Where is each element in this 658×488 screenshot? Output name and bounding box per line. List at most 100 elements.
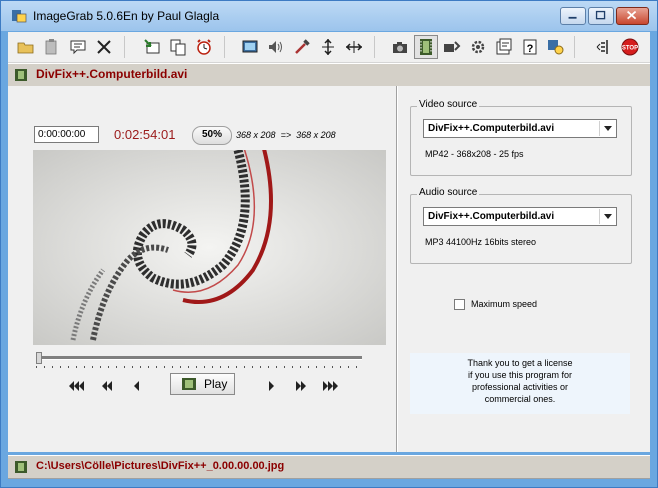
- chevron-down-icon[interactable]: [599, 121, 615, 136]
- license-button[interactable]: [544, 35, 568, 59]
- tools-button[interactable]: [290, 35, 314, 59]
- stop-button[interactable]: STOP: [618, 35, 642, 59]
- help-button[interactable]: ?: [518, 35, 542, 59]
- license-line: Thank you to get a license: [467, 358, 573, 368]
- file-name: DivFix++.Computerbild.avi: [36, 67, 188, 81]
- toolbar-separator: [574, 36, 575, 58]
- audio-source-select[interactable]: DivFix++.Computerbild.avi: [423, 207, 617, 226]
- video-source-legend: Video source: [417, 99, 480, 110]
- video-preview[interactable]: [33, 150, 386, 345]
- audio-source-group: Audio source DivFix++.Computerbild.avi M…: [410, 187, 632, 264]
- forward-icon: [296, 381, 306, 391]
- video-source-select[interactable]: DivFix++.Computerbild.avi: [423, 119, 617, 138]
- exit-icon: [596, 40, 608, 54]
- copy-button[interactable]: [166, 35, 190, 59]
- main-panel: 0:00:00:00 0:02:54:01 50% 368 x 208 => 3…: [8, 86, 650, 452]
- video-source-group: Video source DivFix++.Computerbild.avi M…: [410, 99, 632, 176]
- minimize-button[interactable]: [560, 7, 586, 25]
- audio-info: MP3 44100Hz 16bits stereo: [425, 237, 537, 247]
- open-icon: [17, 42, 34, 54]
- settings-button[interactable]: [466, 35, 490, 59]
- toolbar-separator: [374, 36, 375, 58]
- toolbar: ? STOP: [8, 32, 650, 63]
- timer-button[interactable]: [192, 35, 216, 59]
- film-icon: [15, 69, 27, 81]
- title-bar[interactable]: ImageGrab 5.0.6En by Paul Glagla: [1, 1, 657, 31]
- minimize-icon: [568, 16, 577, 19]
- fullscreen-icon: [242, 40, 258, 53]
- comment-icon: [70, 40, 86, 55]
- window-title: ImageGrab 5.0.6En by Paul Glagla: [33, 9, 220, 23]
- close-icon: [627, 10, 637, 20]
- position-field[interactable]: 0:00:00:00: [34, 126, 99, 143]
- target-dimensions: 368 x 208: [296, 130, 336, 140]
- camera-icon: [393, 42, 407, 53]
- maximize-button[interactable]: [588, 7, 614, 25]
- license-icon: [548, 40, 564, 55]
- seek-ticks: [36, 366, 362, 368]
- output-path: C:\Users\Cölle\Pictures\DivFix++_0.00.00…: [36, 460, 285, 472]
- paste-icon: [45, 39, 57, 55]
- license-line: if you use this program for: [467, 370, 573, 380]
- comment-button[interactable]: [66, 35, 90, 59]
- dimensions-label: 368 x 208 => 368 x 208: [236, 130, 336, 140]
- seek-track: [36, 356, 362, 360]
- fast-forward-button[interactable]: [321, 378, 339, 394]
- audio-source-value: DivFix++.Computerbild.avi: [428, 211, 555, 222]
- toolbar-separator: [224, 36, 225, 58]
- help-icon: ?: [523, 39, 537, 55]
- seek-thumb[interactable]: [36, 352, 42, 364]
- properties-button[interactable]: [492, 35, 516, 59]
- duration-label: 0:02:54:01: [114, 127, 176, 142]
- maximum-speed-checkbox[interactable]: [454, 299, 465, 310]
- seek-slider[interactable]: [36, 352, 362, 364]
- chevron-down-icon[interactable]: [599, 209, 615, 224]
- snapshot-button[interactable]: [388, 35, 412, 59]
- close-file-icon: [97, 40, 111, 54]
- play-button[interactable]: Play: [170, 373, 235, 395]
- video-info: MP42 - 368x208 - 25 fps: [425, 149, 524, 159]
- film-icon: [182, 378, 196, 390]
- exit-button[interactable]: [592, 35, 616, 59]
- panel-divider: [396, 86, 398, 452]
- forward-button[interactable]: [292, 378, 310, 394]
- flip-icon: [345, 41, 363, 53]
- stop-icon: STOP: [621, 38, 639, 56]
- copy-icon: [170, 39, 186, 56]
- split-icon: [322, 38, 334, 56]
- fast-rewind-icon: [69, 381, 84, 391]
- video-frame: [33, 150, 386, 345]
- fullscreen-button[interactable]: [238, 35, 262, 59]
- step-back-button[interactable]: [128, 378, 146, 394]
- flip-button[interactable]: [342, 35, 366, 59]
- close-file-button[interactable]: [92, 35, 116, 59]
- import-icon: [144, 39, 160, 54]
- source-dimensions: 368 x 208: [236, 130, 276, 140]
- burst-button[interactable]: [440, 35, 464, 59]
- paste-button[interactable]: [40, 35, 64, 59]
- license-line: commercial ones.: [484, 394, 556, 404]
- open-button[interactable]: [14, 35, 38, 59]
- maximize-icon: [595, 10, 606, 20]
- film-icon: [15, 461, 27, 473]
- filmstrip-button[interactable]: [414, 35, 438, 59]
- zoom-button[interactable]: 50%: [192, 126, 232, 145]
- import-button[interactable]: [140, 35, 164, 59]
- play-label: Play: [204, 377, 228, 391]
- svg-text:STOP: STOP: [622, 46, 638, 52]
- rewind-icon: [102, 381, 112, 391]
- status-bar: C:\Users\Cölle\Pictures\DivFix++_0.00.00…: [8, 455, 650, 479]
- app-window: ImageGrab 5.0.6En by Paul Glagla ? STOP …: [0, 0, 658, 488]
- license-notice: Thank you to get a license if you use th…: [410, 353, 630, 414]
- audio-button[interactable]: [264, 35, 288, 59]
- app-icon: [12, 10, 27, 23]
- close-button[interactable]: [616, 7, 649, 25]
- dimensions-arrow: =>: [280, 130, 292, 140]
- burst-icon: [444, 41, 461, 52]
- fast-forward-icon: [323, 381, 338, 391]
- step-forward-button[interactable]: [262, 378, 280, 394]
- fast-rewind-button[interactable]: [68, 378, 86, 394]
- split-button[interactable]: [316, 35, 340, 59]
- rewind-button[interactable]: [98, 378, 116, 394]
- audio-icon: [269, 41, 282, 53]
